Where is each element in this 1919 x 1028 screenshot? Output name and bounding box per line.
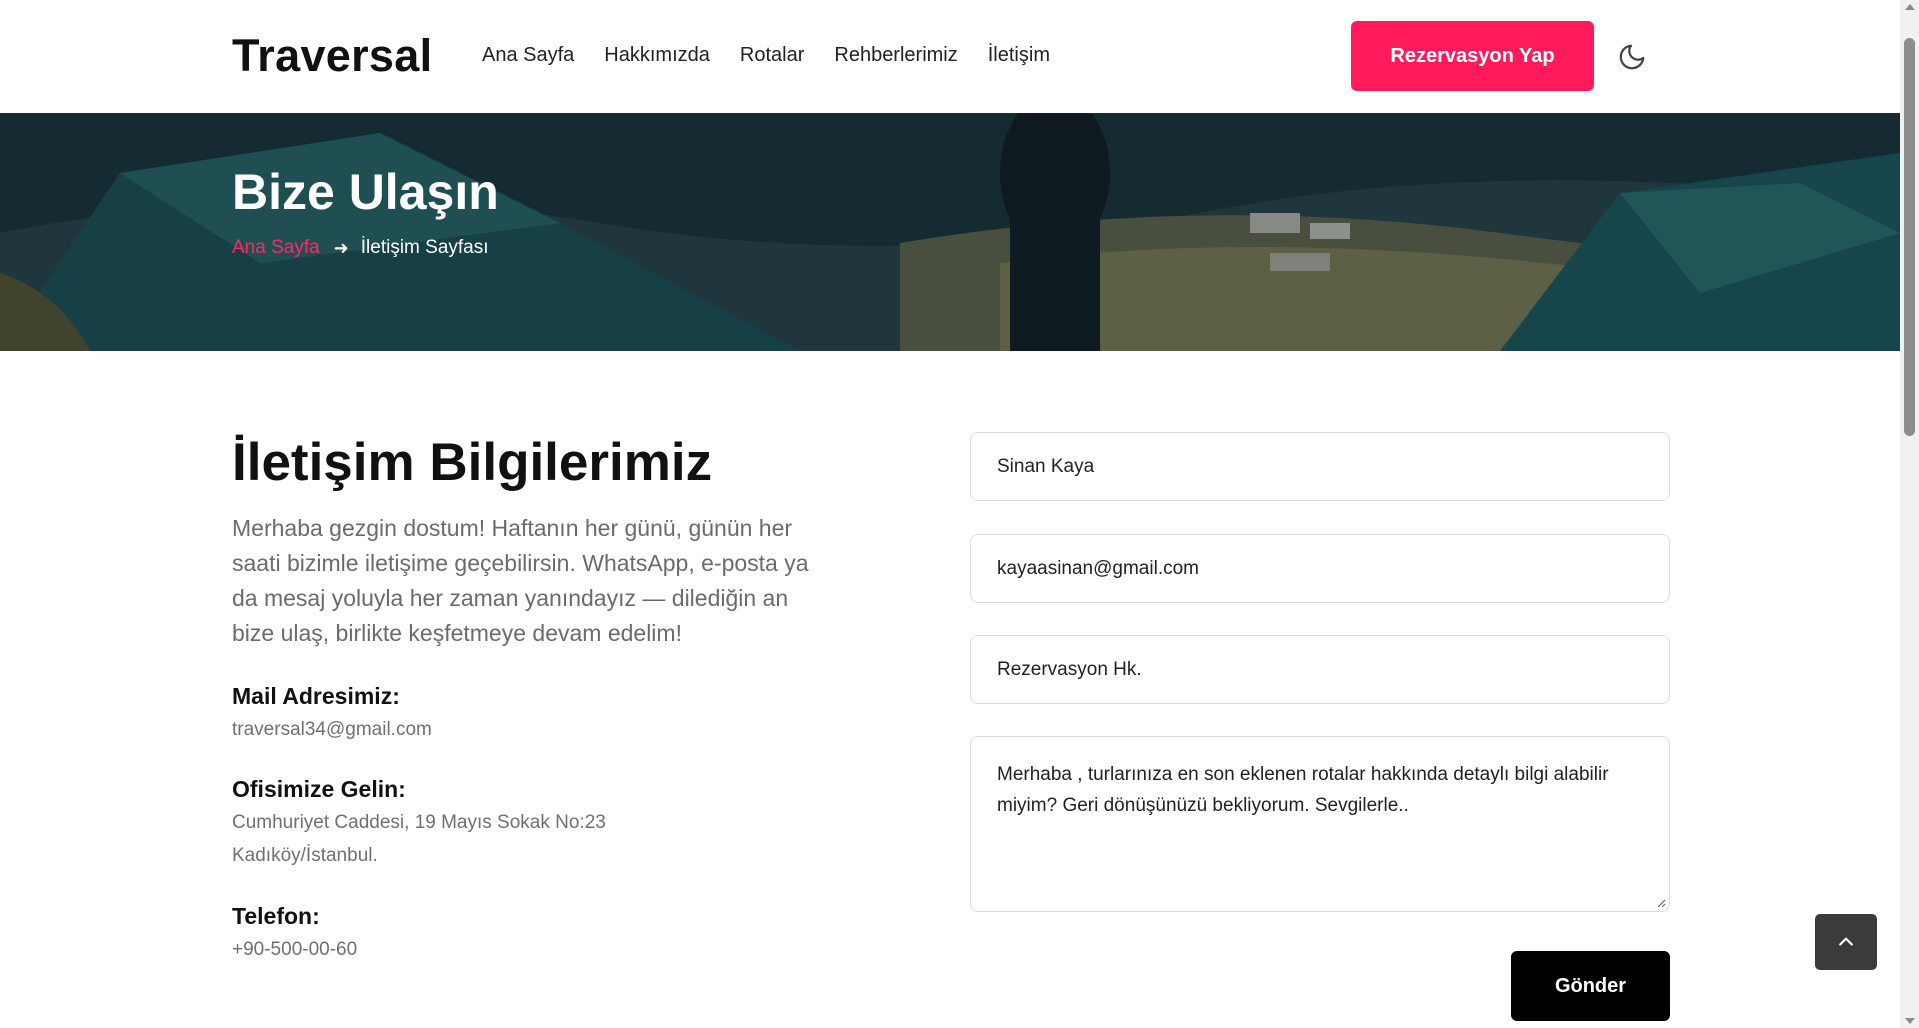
message-textarea[interactable]: Merhaba , turlarınıza en son eklenen rot… xyxy=(970,736,1670,912)
message-textarea-value: Merhaba , turlarınıza en son eklenen rot… xyxy=(997,764,1609,816)
main-nav: Ana Sayfa Hakkımızda Rotalar Rehberlerim… xyxy=(482,44,1080,67)
phone-value: +90-500-00-60 xyxy=(232,939,358,960)
page-title: Bize Ulaşın xyxy=(232,164,499,220)
hero-overlay xyxy=(0,113,1900,351)
nav-link-guides[interactable]: Rehberlerimiz xyxy=(834,44,957,67)
breadcrumb-current: İletişim Sayfası xyxy=(360,237,489,258)
phone-label: Telefon: xyxy=(232,903,320,929)
resize-handle-icon[interactable] xyxy=(1656,898,1666,908)
mail-value: traversal34@gmail.com xyxy=(232,719,432,740)
chevron-up-icon xyxy=(1839,937,1853,946)
mail-label: Mail Adresimiz: xyxy=(232,683,400,709)
scroll-up-arrow-icon[interactable] xyxy=(1905,4,1915,10)
subject-field-value: Rezervasyon Hk. xyxy=(997,658,1142,680)
contact-info-title: İletişim Bilgilerimiz xyxy=(232,433,713,492)
reservation-button[interactable]: Rezervasyon Yap xyxy=(1351,21,1594,91)
office-address-line2: Kadıköy/İstanbul. xyxy=(232,845,378,866)
arrow-right-icon: ➜ xyxy=(333,237,349,258)
page-scrollbar[interactable] xyxy=(1900,0,1919,1028)
office-label: Ofisimize Gelin: xyxy=(232,776,406,802)
nav-link-routes[interactable]: Rotalar xyxy=(740,44,804,67)
breadcrumb: Ana Sayfa ➜ İletişim Sayfası xyxy=(232,237,489,259)
subject-field[interactable]: Rezervasyon Hk. xyxy=(970,635,1670,704)
name-field[interactable]: Sinan Kaya xyxy=(970,432,1670,501)
nav-link-home[interactable]: Ana Sayfa xyxy=(482,44,574,67)
email-field[interactable]: kayaasinan@gmail.com xyxy=(970,534,1670,603)
office-address-line1: Cumhuriyet Caddesi, 19 Mayıs Sokak No:23 xyxy=(232,812,606,833)
scrollbar-thumb[interactable] xyxy=(1904,38,1915,436)
breadcrumb-home-link[interactable]: Ana Sayfa xyxy=(232,237,320,259)
contact-info-description: Merhaba gezgin dostum! Haftanın her günü… xyxy=(232,515,809,646)
site-logo[interactable]: Traversal xyxy=(232,30,432,82)
nav-link-contact[interactable]: İletişim xyxy=(988,44,1050,67)
name-field-value: Sinan Kaya xyxy=(997,455,1095,477)
send-button[interactable]: Gönder xyxy=(1511,951,1670,1021)
site-header: Traversal Ana Sayfa Hakkımızda Rotalar R… xyxy=(0,0,1900,113)
scroll-down-arrow-icon[interactable] xyxy=(1905,1018,1915,1024)
moon-icon[interactable] xyxy=(1617,42,1647,72)
back-to-top-button[interactable] xyxy=(1815,914,1877,970)
page-hero: Bize Ulaşın Ana Sayfa ➜ İletişim Sayfası xyxy=(0,113,1900,351)
email-field-value: kayaasinan@gmail.com xyxy=(997,557,1199,579)
nav-link-about[interactable]: Hakkımızda xyxy=(604,44,710,67)
